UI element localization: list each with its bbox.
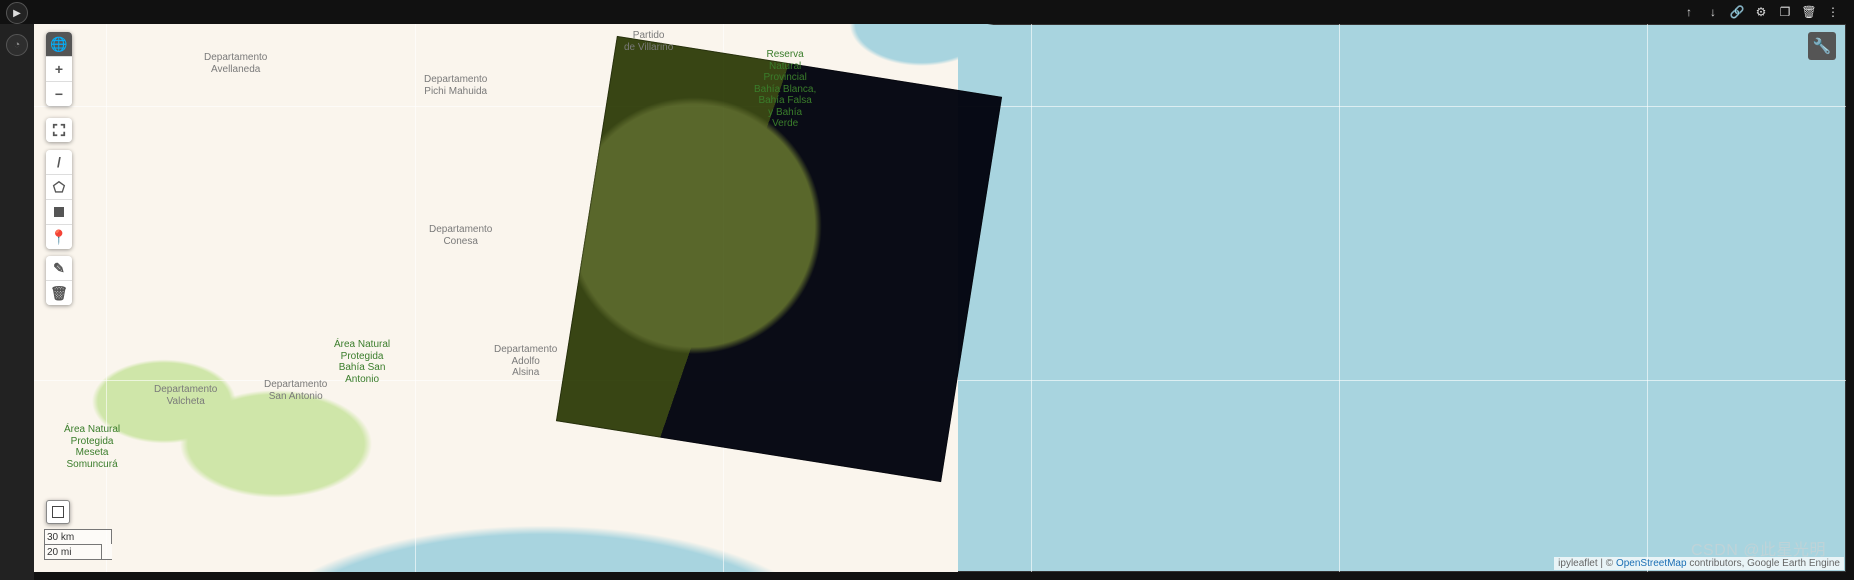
cell-toolbar: ↑ ↓ 🔗 ⚙ ❐ 🗑 ⋮ [0, 0, 1848, 24]
cell-duplicate-button[interactable]: ❐ [1774, 1, 1796, 23]
layers-button[interactable] [46, 500, 70, 524]
label-area-meseta: Área NaturalProtegidaMesetaSomuncurá [64, 424, 120, 470]
cell-more-button[interactable]: ⋮ [1822, 1, 1844, 23]
rectangle-icon [54, 207, 64, 217]
attribution-prefix: ipyleaflet | © [1558, 558, 1616, 569]
toolbox-button[interactable]: 🔧 [1808, 32, 1836, 60]
cell-settings-button[interactable]: ⚙ [1750, 1, 1772, 23]
fullscreen-button[interactable] [46, 118, 72, 142]
label-pichi: DepartamentoPichi Mahuida [424, 74, 487, 97]
draw-rectangle-button[interactable] [46, 200, 72, 225]
draw-polygon-button[interactable]: ⬠ [46, 175, 72, 200]
label-conesa: DepartamentoConesa [429, 224, 492, 247]
zoom-in-button[interactable]: + [46, 57, 72, 82]
cell-link-button[interactable]: 🔗 [1726, 1, 1748, 23]
label-adolfo: DepartamentoAdolfoAlsina [494, 344, 557, 379]
home-globe-button[interactable]: 🌐 [46, 32, 72, 57]
label-avellaneda: DepartamentoAvellaneda [204, 52, 267, 75]
label-reserva-bbbf: ReservaNaturalProvincialBahía Blanca,Bah… [754, 49, 816, 130]
zoom-out-button[interactable]: − [46, 82, 72, 106]
label-villarino: Partidode Villarino [624, 30, 673, 53]
cell-move-up-button[interactable]: ↑ [1678, 1, 1700, 23]
label-sanantonio: DepartamentoSan Antonio [264, 379, 327, 402]
run-cell-button[interactable]: ▶ [6, 2, 28, 24]
delete-shape-button[interactable]: 🗑 [46, 281, 72, 305]
scale-mi: 20 mi [45, 544, 102, 559]
draw-marker-button[interactable]: 📍 [46, 225, 72, 249]
map-widget[interactable]: Partidode Villarino DepartamentoAvellane… [34, 24, 1846, 572]
scale-km: 30 km [45, 529, 112, 544]
draw-control-group: / ⬠ 📍 [46, 150, 72, 249]
edit-control-group: ✎ 🗑 [46, 256, 72, 305]
draw-line-button[interactable]: / [46, 150, 72, 175]
edit-shape-button[interactable]: ✎ [46, 256, 72, 281]
cell-delete-button[interactable]: 🗑 [1798, 1, 1820, 23]
label-valcheta: DepartamentoValcheta [154, 384, 217, 407]
fullscreen-icon [52, 123, 66, 137]
cell-move-down-button[interactable]: ↓ [1702, 1, 1724, 23]
zoom-control-group: 🌐 + − [46, 32, 72, 106]
attribution-osm-link[interactable]: OpenStreetMap [1616, 558, 1687, 569]
layers-icon [52, 506, 64, 518]
scale-bar: 30 km 20 mi [44, 529, 112, 560]
output-avatar-icon: ◔ [6, 34, 28, 56]
fullscreen-control-group [46, 118, 72, 142]
label-area-bsa: Área NaturalProtegidaBahía SanAntonio [334, 339, 390, 385]
attribution-suffix: contributors, Google Earth Engine [1689, 558, 1840, 569]
attribution: ipyleaflet | © OpenStreetMap contributor… [1554, 557, 1844, 570]
output-gutter: ◔ [0, 24, 34, 580]
